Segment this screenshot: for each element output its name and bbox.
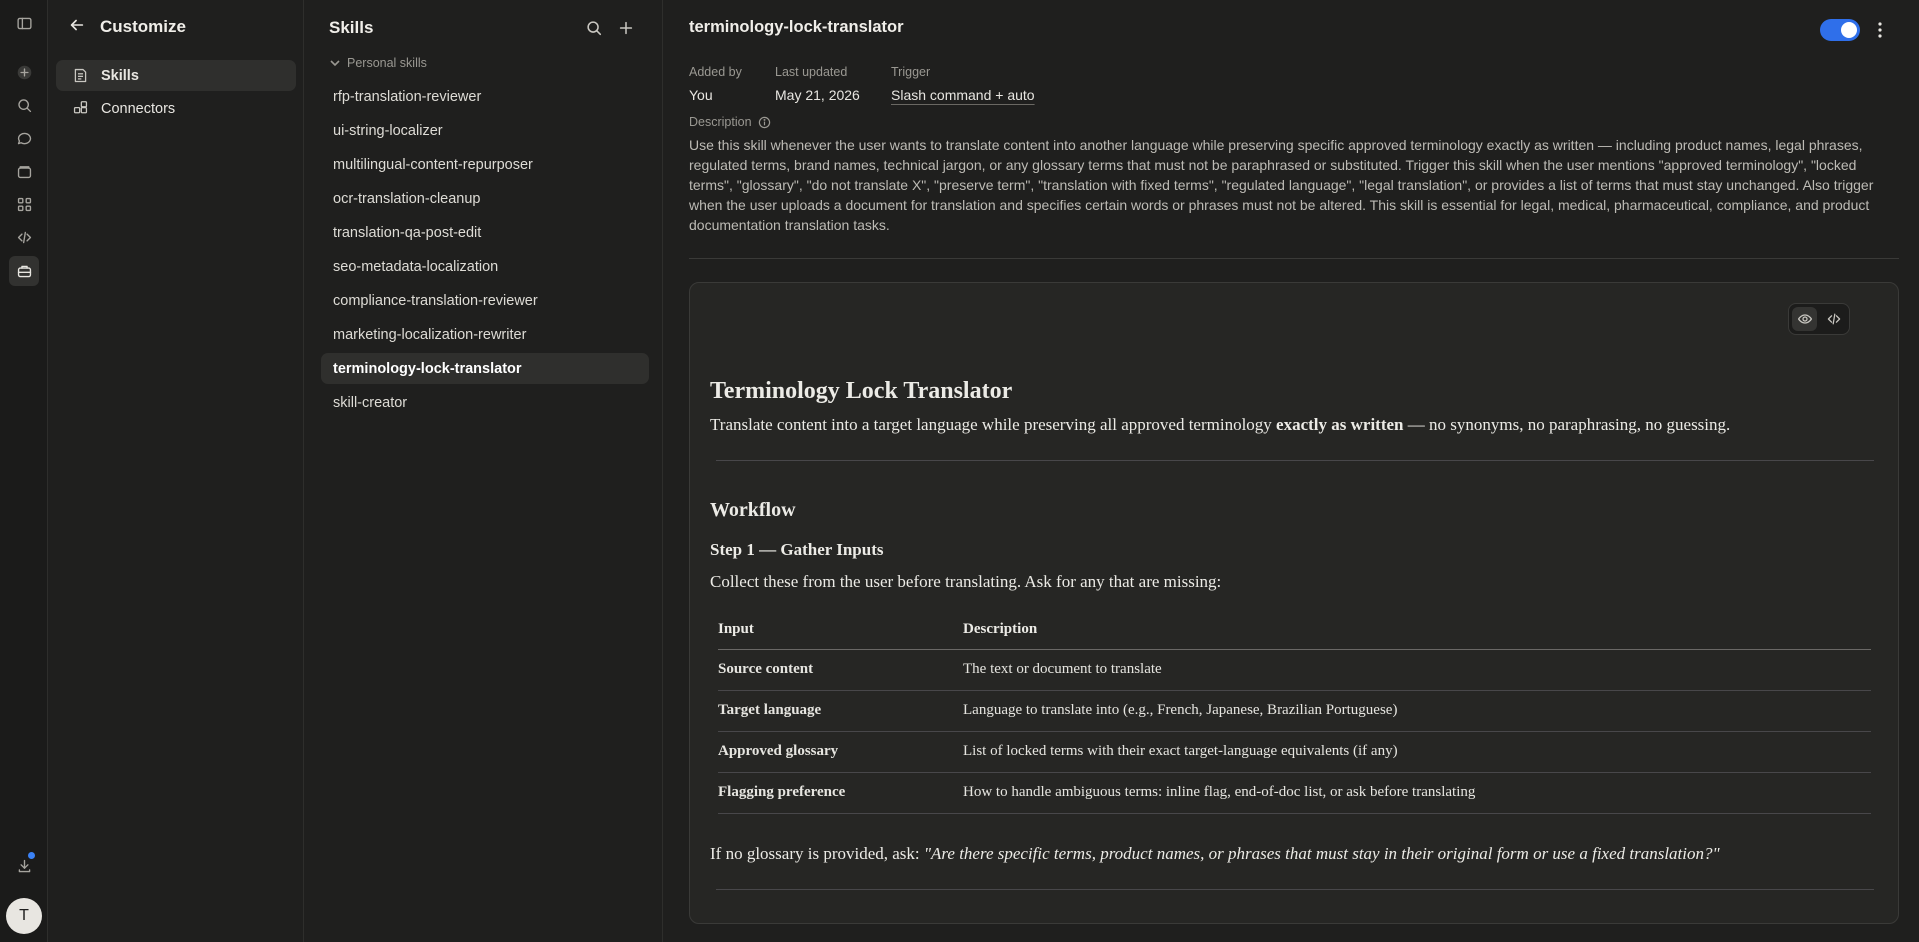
add-skill-icon[interactable] — [615, 17, 637, 39]
customize-title: Customize — [100, 17, 186, 36]
skill-item[interactable]: compliance-translation-reviewer — [321, 285, 649, 316]
nav-item-connectors[interactable]: Connectors — [56, 93, 296, 124]
nav-item-skills[interactable]: Skills — [56, 60, 296, 91]
skill-item[interactable]: skill-creator — [321, 387, 649, 418]
description-text: Use this skill whenever the user wants t… — [689, 137, 1874, 233]
artifacts-icon[interactable] — [12, 192, 36, 216]
table-header-row: Input Description — [718, 610, 1871, 650]
table-cell: The text or document to translate — [963, 649, 1871, 691]
last-updated-label: Last updated — [775, 65, 848, 79]
table-row: Flagging preference How to handle ambigu… — [718, 772, 1871, 814]
back-arrow-icon[interactable] — [68, 16, 86, 39]
preview-view-button[interactable] — [1792, 307, 1817, 331]
code-icon[interactable] — [12, 225, 36, 249]
table-row: Approved glossary List of locked terms w… — [718, 731, 1871, 773]
trigger-label: Trigger — [891, 65, 931, 79]
table-cell: Flagging preference — [718, 772, 963, 814]
table-row: Source content The text or document to t… — [718, 649, 1871, 691]
projects-icon[interactable] — [12, 159, 36, 183]
trigger: Trigger Slash command + auto — [891, 65, 1035, 103]
table-cell: How to handle ambiguous terms: inline fl… — [963, 772, 1871, 814]
icon-rail: T — [0, 0, 48, 942]
skill-item[interactable]: translation-qa-post-edit — [321, 217, 649, 248]
trigger-value[interactable]: Slash command + auto — [891, 87, 1035, 103]
doc-intro: Translate content into a target language… — [710, 413, 1880, 437]
last-updated: Last updated May 21, 2026 — [775, 65, 860, 103]
skill-content-card: Terminology Lock Translator Translate co… — [689, 282, 1899, 924]
table-row: Target language Language to translate in… — [718, 690, 1871, 732]
added-by-label: Added by — [689, 65, 742, 79]
group-label: Personal skills — [347, 56, 427, 70]
nav-item-label: Skills — [101, 67, 139, 84]
doc-divider — [716, 460, 1874, 461]
table-cell: Target language — [718, 690, 963, 732]
chevron-down-icon — [330, 60, 340, 67]
skill-title: terminology-lock-translator — [689, 18, 904, 36]
search-skills-icon[interactable] — [583, 17, 605, 39]
step-lead: Collect these from the user before trans… — [710, 572, 1222, 591]
customize-panel: Customize Skills Connectors — [48, 0, 304, 942]
new-chat-icon[interactable] — [12, 60, 36, 84]
workflow-heading: Workflow — [710, 499, 796, 521]
ask-quote: "Are there specific terms, product names… — [923, 843, 1720, 863]
skill-item-active[interactable]: terminology-lock-translator — [321, 353, 649, 384]
table-cell: Approved glossary — [718, 731, 963, 773]
info-icon[interactable] — [758, 116, 771, 129]
search-icon[interactable] — [12, 93, 36, 117]
table-cell: List of locked terms with their exact ta… — [963, 731, 1871, 773]
connectors-icon — [73, 101, 88, 114]
table-cell: Source content — [718, 649, 963, 691]
skill-document: Terminology Lock Translator Translate co… — [710, 378, 1880, 890]
personal-skills-group[interactable]: Personal skills — [329, 56, 427, 70]
nav-item-label: Connectors — [101, 100, 176, 117]
sidebar-toggle-icon[interactable] — [12, 11, 36, 35]
skill-item[interactable]: ocr-translation-cleanup — [321, 183, 649, 214]
intro-bold: exactly as written — [1276, 415, 1404, 434]
description-label-row: Description — [689, 115, 771, 129]
chats-icon[interactable] — [12, 126, 36, 150]
skill-item[interactable]: seo-metadata-localization — [321, 251, 649, 282]
glossary-prompt: If no glossary is provided, ask: "Are th… — [710, 842, 1880, 866]
table-header: Input — [718, 610, 963, 650]
skill-detail: terminology-lock-translator Added by You… — [664, 0, 1919, 942]
toggle-knob — [1841, 22, 1857, 38]
source-view-button[interactable] — [1821, 307, 1846, 331]
skill-enabled-toggle[interactable] — [1820, 19, 1860, 41]
doc-divider — [716, 888, 1874, 890]
code-icon — [1827, 313, 1840, 325]
description-label: Description — [689, 115, 752, 129]
intro-text: Translate content into a target language… — [710, 415, 1277, 434]
intro-text-end: — no synonyms, no paraphrasing, no guess… — [1403, 415, 1731, 434]
added-by: Added by You — [689, 65, 742, 103]
customize-header: Customize — [68, 14, 186, 40]
skill-item[interactable]: ui-string-localizer — [321, 115, 649, 146]
divider — [689, 258, 1899, 259]
notification-dot — [28, 852, 35, 859]
skill-item[interactable]: rfp-translation-reviewer — [321, 81, 649, 112]
added-by-value: You — [689, 87, 713, 103]
view-switch — [1788, 303, 1850, 335]
skills-panel-title: Skills — [329, 18, 374, 37]
skills-icon — [74, 68, 87, 83]
skills-panel: Skills Personal skills rfp-translation-r… — [305, 0, 663, 942]
avatar[interactable]: T — [6, 898, 42, 934]
eye-icon — [1797, 314, 1812, 324]
table-header: Description — [963, 610, 1871, 650]
customize-icon[interactable] — [9, 256, 39, 286]
inputs-table: Input Description Source content The tex… — [718, 610, 1871, 814]
more-options-icon[interactable] — [1870, 19, 1890, 41]
skill-item[interactable]: multilingual-content-repurposer — [321, 149, 649, 180]
table-cell: Language to translate into (e.g., French… — [963, 690, 1871, 732]
doc-title: Terminology Lock Translator — [710, 378, 1013, 404]
last-updated-value: May 21, 2026 — [775, 87, 860, 103]
skill-item[interactable]: marketing-localization-rewriter — [321, 319, 649, 350]
step-heading: Step 1 — Gather Inputs — [710, 540, 884, 559]
ask-text: If no glossary is provided, ask: — [710, 843, 924, 863]
